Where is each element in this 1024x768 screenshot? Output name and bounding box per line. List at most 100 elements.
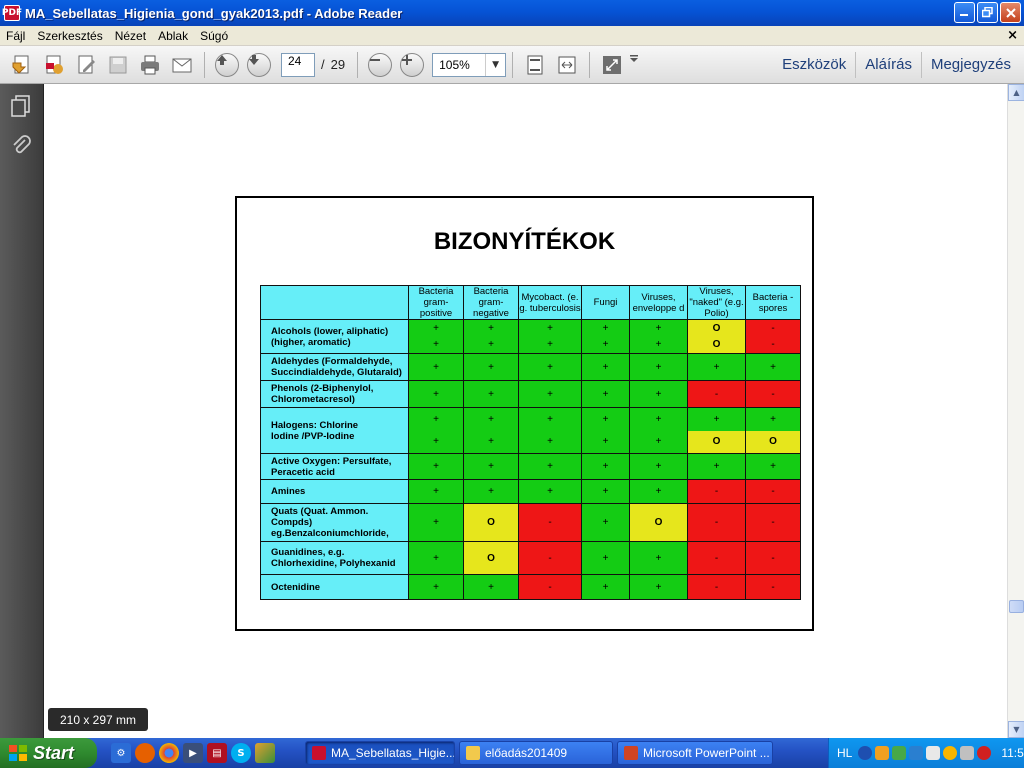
task-powerpoint[interactable]: Microsoft PowerPoint ... xyxy=(617,741,773,765)
zoom-select[interactable]: 105% ▼ xyxy=(432,52,507,77)
attachments-button[interactable] xyxy=(8,133,34,159)
menu-view[interactable]: Nézet xyxy=(109,29,152,43)
task-folder[interactable]: előadás201409 xyxy=(459,741,613,765)
previous-page-button[interactable] xyxy=(212,50,242,80)
vertical-scrollbar[interactable]: ▲ ▼ xyxy=(1007,84,1024,738)
chevron-up-icon: ▲ xyxy=(1013,88,1020,97)
scrollbar-thumb[interactable] xyxy=(1009,600,1024,613)
efficacy-cell: + xyxy=(581,503,630,542)
email-button[interactable] xyxy=(167,50,197,80)
pdf-app-icon[interactable]: PDF xyxy=(2,5,22,21)
sign-link[interactable]: Aláírás xyxy=(856,56,921,73)
toolbar-overflow-button[interactable] xyxy=(629,50,645,80)
create-pdf-button[interactable] xyxy=(39,50,69,80)
document-close-button[interactable]: × xyxy=(1007,28,1018,43)
fit-page-button[interactable] xyxy=(520,50,550,80)
tools-link[interactable]: Eszközök xyxy=(773,56,855,73)
document-view[interactable]: BIZONYÍTÉKOK Bacteria gram-positive Bact… xyxy=(44,84,1007,738)
row-label: Aldehydes (Formaldehyde, Succindialdehyd… xyxy=(260,353,409,381)
caret-down-icon xyxy=(630,54,639,62)
cell-value: + xyxy=(547,361,553,373)
tray-antivirus-icon[interactable] xyxy=(977,746,992,760)
cell-value: + xyxy=(433,413,439,425)
close-button[interactable] xyxy=(1000,2,1021,23)
page-number-input[interactable]: 24 xyxy=(281,52,315,77)
chevron-left-icon[interactable] xyxy=(858,746,873,760)
firefox-icon[interactable] xyxy=(135,743,155,763)
row-label: Phenols (2-Biphenylol, Chlorometacresol) xyxy=(260,380,409,408)
efficacy-cell: - xyxy=(687,541,746,575)
navigation-panel xyxy=(0,84,44,738)
efficacy-cell: O xyxy=(463,503,519,542)
page-total: 29 xyxy=(330,57,346,72)
menu-bar: Fájl Szerkesztés Nézet Ablak Súgó × xyxy=(0,26,1024,46)
cell-value: - xyxy=(771,517,775,528)
cell-value: + xyxy=(602,388,609,400)
open-button[interactable] xyxy=(7,50,37,80)
cell-value: + xyxy=(547,413,553,425)
cell-value: + xyxy=(433,517,439,528)
chevron-down-icon[interactable]: ▼ xyxy=(485,53,505,76)
cell-value: - xyxy=(771,322,775,334)
efficacy-cell: - xyxy=(745,380,801,408)
taskbar: Start ⚙ ▶ ▤ S MA_Sebellatas_Higie... elő… xyxy=(0,738,1024,768)
efficacy-cell: + xyxy=(518,380,582,408)
scroll-down-button[interactable]: ▼ xyxy=(1008,721,1024,738)
menu-window[interactable]: Ablak xyxy=(152,29,194,43)
paint-icon[interactable] xyxy=(255,743,275,763)
menu-edit[interactable]: Szerkesztés xyxy=(31,29,108,43)
chrome-icon[interactable] xyxy=(159,743,179,763)
save-button[interactable] xyxy=(103,50,133,80)
edit-button[interactable] xyxy=(71,50,101,80)
comment-link[interactable]: Megjegyzés xyxy=(922,56,1020,73)
pdf-quicklaunch-icon[interactable]: ▤ xyxy=(207,743,227,763)
cell-value: + xyxy=(655,486,662,497)
quicklaunch-settings-icon[interactable]: ⚙ xyxy=(111,743,131,763)
next-page-button[interactable] xyxy=(244,50,274,80)
tray-app-icon[interactable] xyxy=(875,746,890,760)
print-button[interactable] xyxy=(135,50,165,80)
row-label: Active Oxygen: Persulfate, Peracetic aci… xyxy=(260,453,409,480)
tray-update-icon[interactable] xyxy=(943,746,958,760)
pages-icon xyxy=(11,95,30,117)
tray-safely-remove-icon[interactable] xyxy=(926,746,941,760)
media-icon[interactable]: ▶ xyxy=(183,743,203,763)
menu-file[interactable]: Fájl xyxy=(0,29,31,43)
page-thumbnails-button[interactable] xyxy=(8,93,34,119)
task-adobe-reader[interactable]: MA_Sebellatas_Higie... xyxy=(305,741,455,765)
zoom-value: 105% xyxy=(439,57,470,72)
cell-value: + xyxy=(433,552,439,564)
tray-network-icon[interactable] xyxy=(892,746,907,760)
tray-sync-icon[interactable] xyxy=(909,746,924,760)
efficacy-cell: + xyxy=(687,353,746,381)
efficacy-cell: + xyxy=(581,574,630,600)
language-indicator[interactable]: HL xyxy=(837,746,852,760)
fullscreen-button[interactable] xyxy=(597,50,627,80)
cell-value: + xyxy=(655,361,662,373)
cell-value: + xyxy=(433,388,439,400)
efficacy-cell: + xyxy=(581,353,630,381)
restore-button[interactable] xyxy=(977,2,998,23)
scroll-up-button[interactable]: ▲ xyxy=(1008,84,1024,101)
efficacy-cell: + xyxy=(408,541,464,575)
start-button[interactable]: Start xyxy=(0,738,97,768)
cell-value: + xyxy=(770,361,776,373)
zoom-out-button[interactable] xyxy=(365,50,395,80)
efficacy-cell: O xyxy=(629,503,688,542)
fit-width-button[interactable] xyxy=(552,50,582,80)
skype-icon[interactable]: S xyxy=(231,743,251,763)
menu-help[interactable]: Súgó xyxy=(194,29,234,43)
cell-value: + xyxy=(488,413,494,425)
cell-value: + xyxy=(433,436,439,448)
minimize-button[interactable] xyxy=(954,2,975,23)
clock[interactable]: 11:58 xyxy=(1001,746,1024,760)
zoom-in-button[interactable] xyxy=(397,50,427,80)
efficacy-cell: + + xyxy=(629,407,688,454)
cell-value: - xyxy=(714,517,719,528)
print-icon xyxy=(141,55,159,74)
cell-value: - xyxy=(548,581,552,593)
system-tray: HL 11:58 xyxy=(828,738,1024,768)
folder-icon xyxy=(466,746,480,760)
efficacy-cell: + xyxy=(629,453,688,480)
volume-icon[interactable] xyxy=(960,746,975,760)
